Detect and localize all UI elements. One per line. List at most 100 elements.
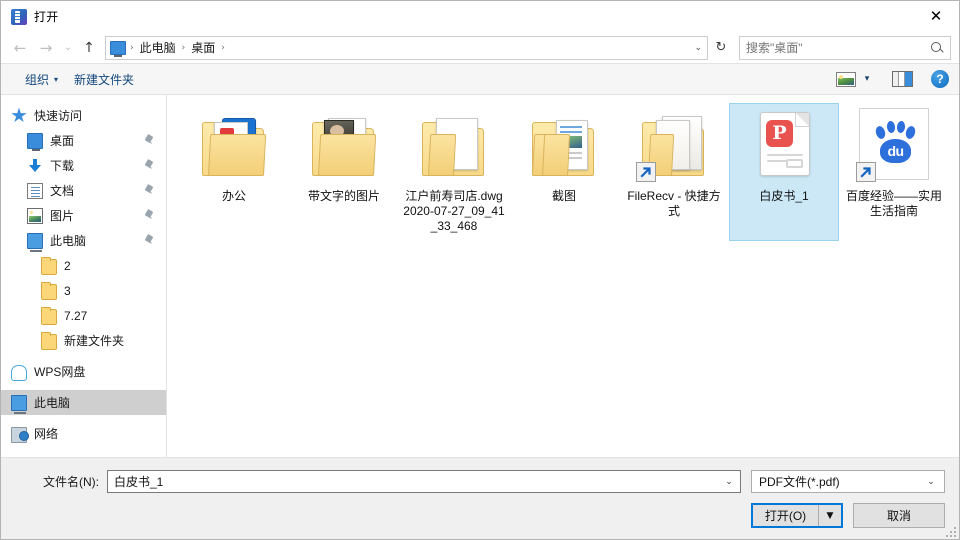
- this-pc-icon: [27, 233, 43, 252]
- chevron-down-icon[interactable]: ▾: [858, 74, 876, 84]
- sidebar-item-label: 图片: [50, 209, 75, 223]
- filename-dropdown-icon[interactable]: ⌄: [720, 477, 738, 487]
- file-item[interactable]: 带文字的图片: [289, 103, 399, 241]
- new-folder-button[interactable]: 新建文件夹: [66, 67, 142, 92]
- file-name: 截图: [551, 189, 576, 203]
- sidebar-item-label: 桌面: [50, 134, 75, 148]
- search-input[interactable]: [746, 40, 930, 55]
- file-item[interactable]: 江户前寿司店.dwg2020-07-27_09_41_33_468: [399, 103, 509, 241]
- sidebar-item-label: WPS网盘: [34, 365, 86, 379]
- sidebar-item-new-folder[interactable]: 新建文件夹: [1, 328, 166, 353]
- breadcrumb-dropdown-icon[interactable]: ⌄: [694, 43, 702, 53]
- pin-icon[interactable]: [144, 210, 154, 222]
- sidebar-item-this-pc-pinned[interactable]: 此电脑: [1, 228, 166, 253]
- baidu-shortcut-icon: du: [856, 108, 932, 184]
- cloud-icon: [11, 365, 27, 381]
- file-item[interactable]: 截图: [509, 103, 619, 241]
- help-icon[interactable]: ?: [931, 70, 949, 88]
- sidebar-item-network[interactable]: 网络: [1, 421, 166, 446]
- back-button[interactable]: ←: [7, 36, 33, 60]
- sidebar-item-label: 新建文件夹: [64, 334, 125, 348]
- new-folder-label: 新建文件夹: [74, 72, 135, 87]
- buttons-row: 打开(O) ▼ 取消: [15, 503, 945, 528]
- sidebar-item-folder-727[interactable]: 7.27: [1, 303, 166, 328]
- sidebar-item-label: 下载: [50, 159, 75, 173]
- file-name: 带文字的图片: [307, 189, 380, 203]
- file-name: 百度经验——实用生活指南: [845, 189, 942, 218]
- refresh-icon[interactable]: ↻: [709, 36, 733, 60]
- folder-with-screenshots-icon: [526, 108, 602, 184]
- open-button-group[interactable]: 打开(O) ▼: [751, 503, 843, 528]
- filename-input[interactable]: [114, 474, 720, 489]
- star-icon: [11, 107, 27, 123]
- folder-with-documents-icon: [196, 108, 272, 184]
- forward-button[interactable]: →: [33, 36, 59, 60]
- pin-icon[interactable]: [144, 160, 154, 172]
- pin-icon[interactable]: [144, 235, 154, 247]
- open-button[interactable]: 打开(O): [753, 505, 819, 526]
- file-item[interactable]: 办公: [179, 103, 289, 241]
- open-dropdown-icon[interactable]: ▼: [819, 505, 841, 526]
- pin-icon[interactable]: [144, 185, 154, 197]
- dialog-body: 快速访问 桌面 下载 文档 图片 此电脑 2 3 7.27 新建文件夹 WPS网…: [1, 95, 959, 457]
- pin-icon[interactable]: [144, 135, 154, 147]
- this-pc-icon: [11, 395, 27, 414]
- title-bar: 打开 ✕: [1, 1, 959, 32]
- sidebar-item-label: 7.27: [64, 308, 88, 323]
- sidebar-item-label: 文档: [50, 184, 75, 198]
- navigation-pane: 快速访问 桌面 下载 文档 图片 此电脑 2 3 7.27 新建文件夹 WPS网…: [1, 95, 167, 457]
- file-name: 白皮书_1: [759, 189, 809, 203]
- file-item[interactable]: FileRecv - 快捷方式: [619, 103, 729, 241]
- view-mode-icon[interactable]: [836, 71, 856, 87]
- recent-locations-icon[interactable]: ⌄: [59, 36, 77, 60]
- sidebar-item-quick-access[interactable]: 快速访问: [1, 103, 166, 128]
- this-pc-icon: [110, 40, 126, 57]
- sidebar-item-label: 3: [64, 283, 71, 298]
- pdf-badge-letter: P: [766, 120, 793, 147]
- folder-shortcut-icon: [636, 108, 712, 184]
- network-icon: [11, 426, 29, 443]
- document-icon: [27, 182, 43, 199]
- up-button[interactable]: ↑: [77, 36, 101, 60]
- sidebar-item-folder-2[interactable]: 2: [1, 253, 166, 278]
- sidebar-item-label: 2: [64, 258, 71, 273]
- resize-grip[interactable]: [944, 525, 956, 537]
- sidebar-item-desktop[interactable]: 桌面: [1, 128, 166, 153]
- sidebar-item-label: 此电脑: [34, 396, 71, 410]
- filetype-select[interactable]: PDF文件(*.pdf) ⌄: [751, 470, 945, 493]
- file-name: 办公: [221, 189, 246, 203]
- sidebar-item-wps-cloud[interactable]: WPS网盘: [1, 359, 166, 384]
- breadcrumb-item-desktop[interactable]: 桌面: [186, 37, 220, 58]
- file-grid: 办公 带文字的图片 江户前寿司店.dwg2020-07-27_09_41_33_…: [179, 103, 953, 249]
- sidebar-item-this-pc[interactable]: 此电脑: [1, 390, 166, 415]
- sidebar-item-downloads[interactable]: 下载: [1, 153, 166, 178]
- sidebar-item-documents[interactable]: 文档: [1, 178, 166, 203]
- chevron-down-icon: ⌄: [927, 476, 935, 487]
- file-item-selected[interactable]: P 白皮书_1: [729, 103, 839, 241]
- download-icon: [27, 158, 43, 174]
- filename-input-wrap[interactable]: ⌄: [107, 470, 741, 493]
- baidu-wordmark: du: [887, 143, 904, 159]
- window-title: 打开: [34, 10, 59, 24]
- toolbar-right-group: ▾ ?: [836, 70, 949, 88]
- search-icon: [930, 41, 944, 55]
- file-list-view[interactable]: 办公 带文字的图片 江户前寿司店.dwg2020-07-27_09_41_33_…: [167, 95, 959, 457]
- cancel-button[interactable]: 取消: [853, 503, 945, 528]
- preview-pane-icon[interactable]: [892, 71, 913, 87]
- search-box[interactable]: [739, 35, 951, 60]
- folder-icon: [41, 331, 57, 350]
- breadcrumb-item-this-pc[interactable]: 此电脑: [135, 37, 181, 58]
- sidebar-item-folder-3[interactable]: 3: [1, 278, 166, 303]
- file-item[interactable]: du 百度经验——实用生活指南: [839, 103, 949, 241]
- filetype-value: PDF文件(*.pdf): [759, 475, 840, 489]
- folder-icon: [41, 306, 57, 325]
- sidebar-item-label: 网络: [34, 427, 59, 441]
- sidebar-item-pictures[interactable]: 图片: [1, 203, 166, 228]
- close-icon[interactable]: ✕: [913, 1, 959, 31]
- folder-empty-icon: [416, 108, 492, 184]
- breadcrumb[interactable]: › 此电脑 › 桌面 › ⌄: [105, 35, 708, 60]
- organize-button[interactable]: 组织 ▾: [17, 67, 66, 92]
- folder-icon: [41, 256, 57, 275]
- folder-with-photo-icon: [306, 108, 382, 184]
- file-name: FileRecv - 快捷方式: [627, 189, 721, 218]
